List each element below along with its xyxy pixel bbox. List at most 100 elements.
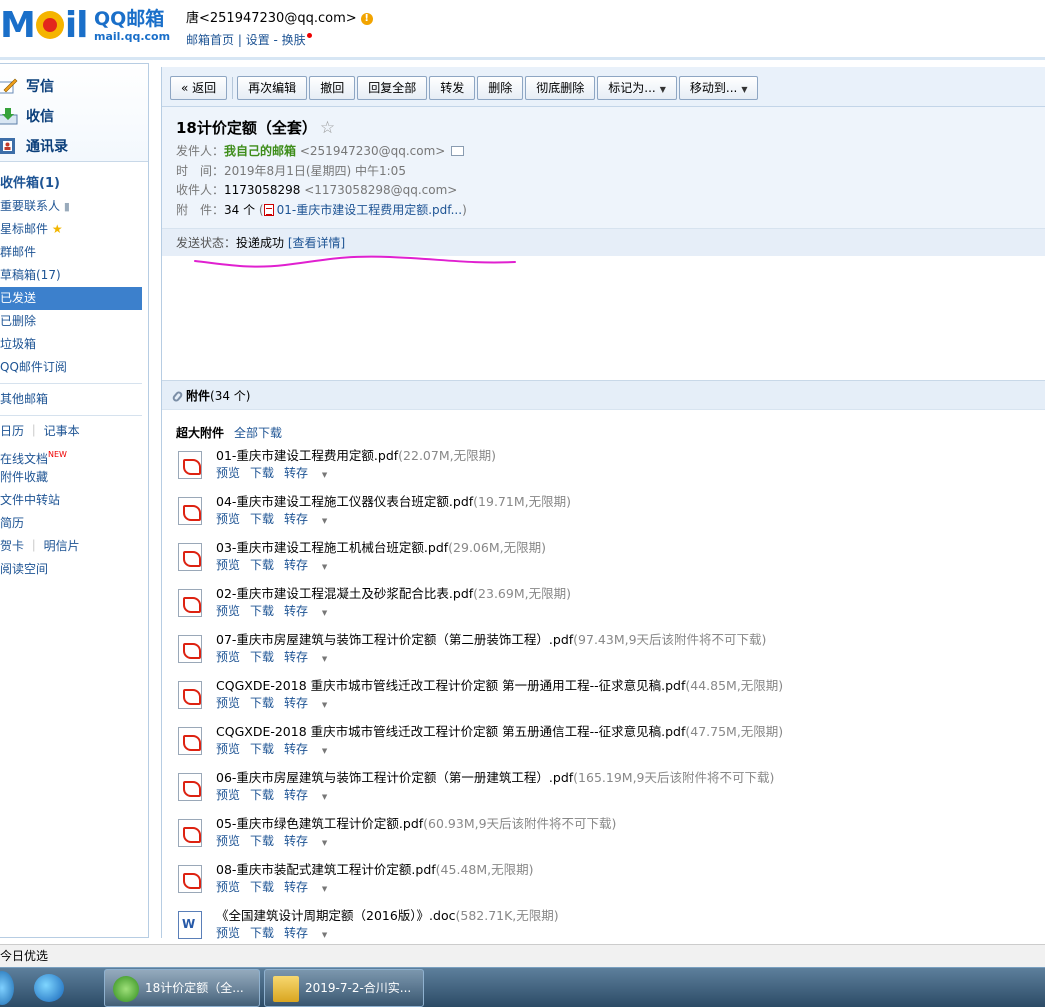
download-link[interactable]: 下载 — [250, 650, 274, 664]
download-link[interactable]: 下载 — [250, 466, 274, 480]
reading-space-link[interactable]: 阅读空间 — [0, 558, 148, 581]
download-link[interactable]: 下载 — [250, 742, 274, 756]
save-to-dropdown[interactable]: 转存 ▼ — [284, 466, 337, 480]
preview-link[interactable]: 预览 — [216, 466, 240, 480]
doc-file-icon[interactable] — [178, 911, 202, 939]
attachment-name[interactable]: 05-重庆市绿色建筑工程计价定额.pdf — [216, 816, 423, 831]
save-to-dropdown[interactable]: 转存 ▼ — [284, 880, 337, 894]
start-orb-icon[interactable] — [0, 971, 14, 1005]
pdf-file-icon[interactable] — [178, 451, 202, 479]
save-to-dropdown[interactable]: 转存 ▼ — [284, 926, 337, 940]
delete-button[interactable]: 删除 — [477, 76, 524, 100]
download-link[interactable]: 下载 — [250, 558, 274, 572]
save-to-dropdown[interactable]: 转存 ▼ — [284, 604, 337, 618]
mailbox-home-link[interactable]: 邮箱首页 — [186, 33, 234, 47]
download-link[interactable]: 下载 — [250, 604, 274, 618]
folder-inbox[interactable]: 收件箱(1) — [0, 172, 148, 195]
calendar-link[interactable]: 日历 — [0, 424, 24, 438]
contact-card-icon[interactable] — [451, 146, 465, 156]
pdf-file-icon[interactable] — [178, 589, 202, 617]
preview-link[interactable]: 预览 — [216, 926, 240, 940]
recipient-name[interactable]: 1173058298 — [224, 183, 300, 197]
reply-all-button[interactable]: 回复全部 — [357, 76, 428, 100]
attachment-name[interactable]: 07-重庆市房屋建筑与装饰工程计价定额（第二册装饰工程）.pdf — [216, 632, 573, 647]
pdf-file-icon[interactable] — [178, 727, 202, 755]
contacts-button[interactable]: 通讯录 — [0, 132, 148, 162]
save-to-dropdown[interactable]: 转存 ▼ — [284, 834, 337, 848]
download-link[interactable]: 下载 — [250, 926, 274, 940]
attachment-name[interactable]: 06-重庆市房屋建筑与装饰工程计价定额（第一册建筑工程）.pdf — [216, 770, 573, 785]
compose-button[interactable]: 写信 — [0, 72, 148, 102]
receive-button[interactable]: 收信 — [0, 102, 148, 132]
folder-starred[interactable]: 星标邮件 ★ — [0, 218, 148, 241]
attachment-name[interactable]: CQGXDE-2018 重庆市城市管线迁改工程计价定额 第一册通用工程--征求意… — [216, 678, 685, 693]
delete-permanently-button[interactable]: 彻底删除 — [525, 76, 596, 100]
pdf-file-icon[interactable] — [178, 543, 202, 571]
warning-icon[interactable]: ! — [360, 13, 373, 25]
download-link[interactable]: 下载 — [250, 834, 274, 848]
pdf-file-icon[interactable] — [178, 865, 202, 893]
notes-link[interactable]: 记事本 — [44, 424, 80, 438]
attachment-name[interactable]: 《全国建筑设计周期定额（2016版）》.doc — [216, 908, 456, 923]
pdf-file-icon[interactable] — [178, 497, 202, 525]
save-to-dropdown[interactable]: 转存 ▼ — [284, 512, 337, 526]
download-link[interactable]: 下载 — [250, 880, 274, 894]
download-link[interactable]: 下载 — [250, 788, 274, 802]
preview-link[interactable]: 预览 — [216, 650, 240, 664]
folder-spam[interactable]: 垃圾箱 — [0, 333, 148, 356]
download-link[interactable]: 下载 — [250, 696, 274, 710]
preview-link[interactable]: 预览 — [216, 880, 240, 894]
preview-link[interactable]: 预览 — [216, 604, 240, 618]
attachment-name[interactable]: 08-重庆市装配式建筑工程计价定额.pdf — [216, 862, 436, 877]
preview-link[interactable]: 预览 — [216, 742, 240, 756]
pdf-file-icon[interactable] — [178, 773, 202, 801]
star-outline-icon[interactable]: ☆ — [320, 118, 335, 138]
save-to-dropdown[interactable]: 转存 ▼ — [284, 650, 337, 664]
change-skin-link[interactable]: 换肤 — [282, 33, 306, 47]
resume-link[interactable]: 简历 — [0, 512, 148, 535]
preview-link[interactable]: 预览 — [216, 834, 240, 848]
save-to-dropdown[interactable]: 转存 ▼ — [284, 696, 337, 710]
folder-group-mail[interactable]: 群邮件 — [0, 241, 148, 264]
attachment-name[interactable]: 03-重庆市建设工程施工机械台班定额.pdf — [216, 540, 448, 555]
attachment-name[interactable]: CQGXDE-2018 重庆市城市管线迁改工程计价定额 第五册通信工程--征求意… — [216, 724, 685, 739]
folder-drafts[interactable]: 草稿箱(17) — [0, 264, 148, 287]
attachment-name[interactable]: 02-重庆市建设工程混凝土及砂浆配合比表.pdf — [216, 586, 473, 601]
preview-link[interactable]: 预览 — [216, 788, 240, 802]
mark-as-dropdown[interactable]: 标记为... ▼ — [597, 76, 677, 100]
brand[interactable]: QQ邮箱 mail.qq.com — [94, 8, 170, 43]
preview-link[interactable]: 预览 — [216, 696, 240, 710]
postcard-link[interactable]: 明信片 — [44, 539, 80, 553]
other-mailbox-link[interactable]: 其他邮箱 — [0, 388, 148, 411]
attachment-favorites-link[interactable]: 附件收藏 — [0, 466, 148, 489]
pdf-file-icon[interactable] — [178, 681, 202, 709]
pdf-file-icon[interactable] — [178, 635, 202, 663]
today-picks-bar[interactable]: 今日优选 — [0, 944, 1045, 967]
pdf-file-icon[interactable] — [178, 819, 202, 847]
taskbar-item-folder[interactable]: 2019-7-2-合川实... — [264, 969, 424, 1007]
download-link[interactable]: 下载 — [250, 512, 274, 526]
greeting-card-link[interactable]: 贺卡 — [0, 539, 24, 553]
folder-subscriptions[interactable]: QQ邮件订阅 — [0, 356, 148, 379]
taskbar-item-browser[interactable]: 18计价定额（全... — [104, 969, 260, 1007]
attachment-name[interactable]: 04-重庆市建设工程施工仪器仪表台班定额.pdf — [216, 494, 473, 509]
file-transfer-link[interactable]: 文件中转站 — [0, 489, 148, 512]
sender-name[interactable]: 我自己的邮箱 — [224, 144, 296, 158]
reedit-button[interactable]: 再次编辑 — [237, 76, 308, 100]
browser-pinned-icon[interactable] — [34, 974, 64, 1002]
download-all-link[interactable]: 全部下载 — [234, 426, 282, 440]
recall-button[interactable]: 撤回 — [309, 76, 356, 100]
back-button[interactable]: « 返回 — [170, 76, 228, 100]
save-to-dropdown[interactable]: 转存 ▼ — [284, 788, 337, 802]
save-to-dropdown[interactable]: 转存 ▼ — [284, 742, 337, 756]
view-details-link[interactable]: [查看详情] — [288, 236, 345, 250]
preview-link[interactable]: 预览 — [216, 512, 240, 526]
first-attachment-link[interactable]: 01-重庆市建设工程费用定额.pdf... — [277, 203, 462, 217]
online-docs-link[interactable]: 在线文档NEW — [0, 443, 148, 466]
attachment-name[interactable]: 01-重庆市建设工程费用定额.pdf — [216, 448, 398, 463]
settings-link[interactable]: 设置 — [246, 33, 270, 47]
folder-sent[interactable]: 已发送 — [0, 287, 142, 310]
folder-important-contacts[interactable]: 重要联系人 ▮ — [0, 195, 148, 218]
qq-mail-logo[interactable]: Mil — [0, 5, 89, 46]
forward-button[interactable]: 转发 — [429, 76, 476, 100]
